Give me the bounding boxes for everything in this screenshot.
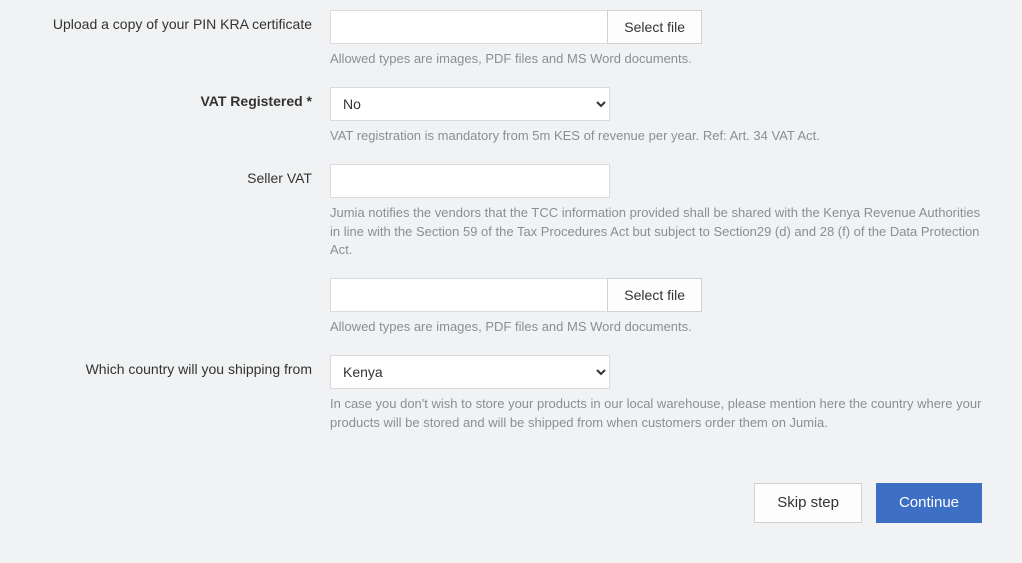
- label-vat-registered: VAT Registered *: [30, 87, 330, 109]
- label-pin-cert: Upload a copy of your PIN KRA certificat…: [30, 10, 330, 32]
- seller-vat-input[interactable]: [330, 164, 610, 198]
- form-actions: Skip step Continue: [30, 483, 992, 523]
- row-seller-vat: Seller VAT Jumia notifies the vendors th…: [30, 164, 992, 261]
- label-ship-country: Which country will you shipping from: [30, 355, 330, 377]
- row-ship-country: Which country will you shipping from Ken…: [30, 355, 992, 433]
- vat-registered-hint: VAT registration is mandatory from 5m KE…: [330, 127, 990, 146]
- seller-vat-hint: Jumia notifies the vendors that the TCC …: [330, 204, 990, 261]
- ship-country-select[interactable]: Kenya: [330, 355, 610, 389]
- pin-cert-file-picker: Select file: [330, 10, 702, 44]
- vat-registered-select[interactable]: No: [330, 87, 610, 121]
- label-seller-vat: Seller VAT: [30, 164, 330, 186]
- seller-vat-file-name: [330, 278, 607, 312]
- row-seller-vat-upload: Select file Allowed types are images, PD…: [30, 278, 992, 337]
- row-pin-cert: Upload a copy of your PIN KRA certificat…: [30, 10, 992, 69]
- pin-cert-hint: Allowed types are images, PDF files and …: [330, 50, 990, 69]
- pin-cert-select-file-button[interactable]: Select file: [607, 10, 702, 44]
- skip-step-button[interactable]: Skip step: [754, 483, 862, 523]
- ship-country-hint: In case you don't wish to store your pro…: [330, 395, 990, 433]
- business-details-form: Upload a copy of your PIN KRA certificat…: [0, 0, 1022, 563]
- seller-vat-select-file-button[interactable]: Select file: [607, 278, 702, 312]
- row-vat-registered: VAT Registered * No VAT registration is …: [30, 87, 992, 146]
- continue-button[interactable]: Continue: [876, 483, 982, 523]
- pin-cert-file-name: [330, 10, 607, 44]
- seller-vat-upload-hint: Allowed types are images, PDF files and …: [330, 318, 990, 337]
- seller-vat-file-picker: Select file: [330, 278, 702, 312]
